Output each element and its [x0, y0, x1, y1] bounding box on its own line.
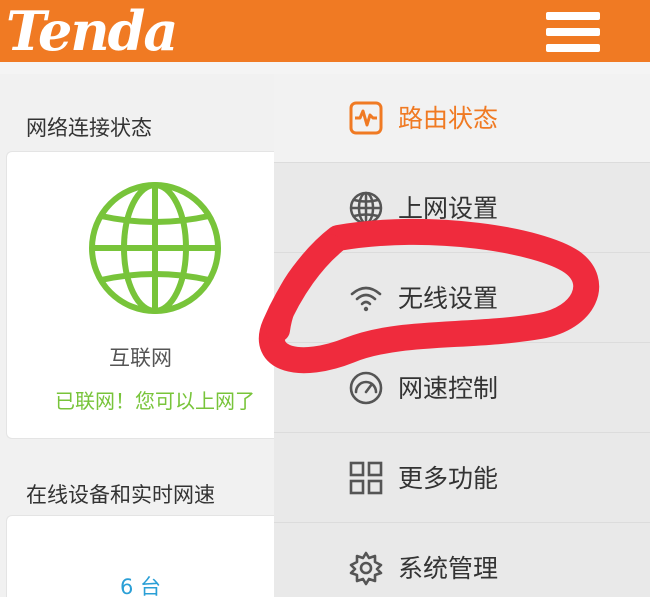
- menu-item-label: 无线设置: [398, 284, 499, 313]
- menu-item-label: 更多功能: [398, 464, 499, 493]
- devices-card: 6 台: [6, 515, 274, 597]
- activity-chart-icon: [348, 100, 384, 136]
- globe-icon: [87, 180, 223, 316]
- network-status-title: 网络连接状态: [26, 116, 152, 140]
- tenda-logo: Tenda: [6, 0, 178, 63]
- menu-item-more-features[interactable]: 更多功能: [274, 434, 650, 523]
- app-header: Tenda: [0, 0, 650, 62]
- menu-item-wireless-settings[interactable]: 无线设置: [274, 254, 650, 343]
- menu-item-router-status[interactable]: 路由状态: [274, 74, 650, 163]
- header-divider: [0, 62, 650, 74]
- menu-item-internet-settings[interactable]: 上网设置: [274, 164, 650, 253]
- hamburger-menu-icon[interactable]: [546, 12, 600, 52]
- grid-icon: [348, 460, 384, 496]
- menu-item-label: 系统管理: [398, 554, 499, 583]
- main-nav-menu: 路由状态 上网设置 无线设置 网速控制 更多功能 系统管理: [274, 74, 650, 597]
- menu-item-system-management[interactable]: 系统管理: [274, 524, 650, 597]
- menu-item-speed-control[interactable]: 网速控制: [274, 344, 650, 433]
- gear-icon: [348, 550, 384, 586]
- network-status-card: 互联网 已联网！您可以上网了: [6, 151, 274, 439]
- wifi-icon: [348, 280, 384, 316]
- device-count[interactable]: 6 台: [7, 571, 274, 597]
- menu-item-label: 网速控制: [398, 374, 499, 403]
- device-count-unit: 台: [140, 575, 162, 597]
- device-count-value: 6: [119, 575, 134, 597]
- devices-title: 在线设备和实时网速: [26, 483, 215, 507]
- speedometer-icon: [348, 370, 384, 406]
- menu-item-label: 上网设置: [398, 194, 499, 223]
- internet-label: 互联网: [109, 346, 172, 370]
- connection-status-text: 已联网！您可以上网了: [55, 389, 255, 413]
- menu-item-label: 路由状态: [398, 104, 499, 133]
- globe-icon: [348, 190, 384, 226]
- status-content-panel: 网络连接状态 互联网 已联网！您可以上网了 在线设备和实时网速 6 台: [0, 74, 274, 597]
